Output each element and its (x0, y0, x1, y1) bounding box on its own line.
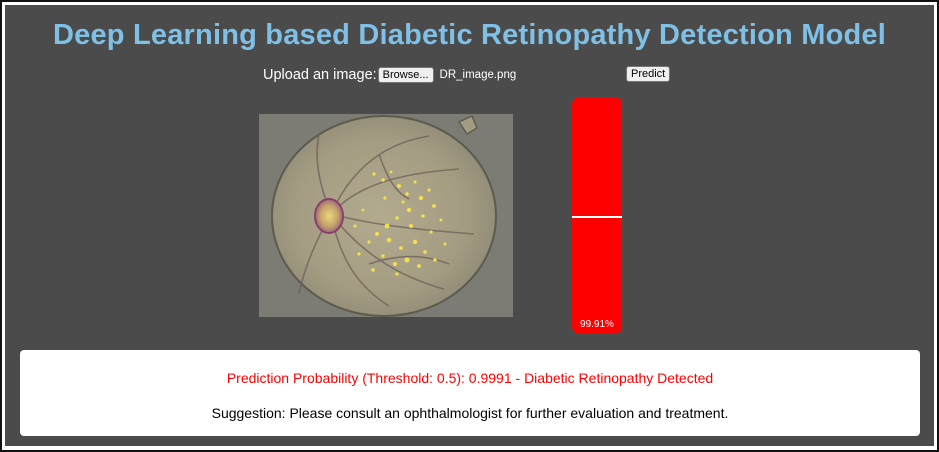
probability-label: 99.91% (580, 319, 614, 330)
window-frame: Deep Learning based Diabetic Retinopathy… (0, 0, 939, 452)
app-container: Deep Learning based Diabetic Retinopathy… (5, 5, 934, 446)
retina-image (259, 114, 513, 317)
prediction-result-text: Prediction Probability (Threshold: 0.5):… (226, 370, 714, 386)
upload-row: Upload an image: Browse... DR_image.png (263, 66, 516, 84)
probability-gauge: 99.91% (572, 97, 622, 334)
browse-button[interactable]: Browse... (377, 67, 434, 83)
page-title: Deep Learning based Diabetic Retinopathy… (53, 19, 886, 51)
threshold-marker (572, 216, 622, 218)
suggestion-text: Suggestion: Please consult an ophthalmol… (211, 405, 729, 421)
upload-label: Upload an image: (263, 67, 377, 83)
retina-fundus-graphic (259, 114, 513, 317)
result-panel: Prediction Probability (Threshold: 0.5):… (20, 350, 920, 436)
selected-file-name: DR_image.png (439, 69, 517, 81)
predict-button[interactable]: Predict (626, 66, 671, 82)
